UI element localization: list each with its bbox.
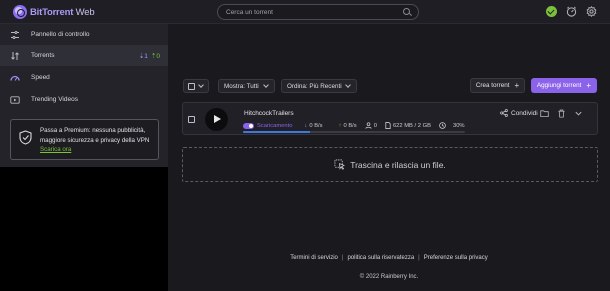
plus-icon: + [586,81,592,90]
brand-name: BitTorrent Web [30,6,95,18]
drag-drop-icon [334,159,346,170]
sidebar-item-label: Pannello di controllo [31,31,90,38]
upload-count: ⇡0 [150,52,160,60]
folder-icon[interactable] [540,109,549,118]
sidebar-item-label: Speed [31,74,50,81]
torrent-stats: Scaricamento ↓ 0 B/s ↑ 0 B/s 0 622 MB / 2 … [243,122,473,129]
footer-links: Termini di servizio | politica sulla riser… [290,255,488,261]
file-icon [385,122,391,129]
progress-fill [243,131,310,133]
select-all-dropdown[interactable] [183,79,209,93]
privacy-preferences-link[interactable]: Preferenze sulla privacy [424,255,488,261]
play-button[interactable] [205,108,228,131]
sort-order-dropdown[interactable]: Ordina: Più Recenti [281,79,357,93]
select-all-checkbox[interactable] [188,83,195,90]
download-progress-bar [243,131,465,133]
clock-icon [439,122,446,129]
main-content: Mostra: Tutti Ordina: Più Recenti Crea t… [168,24,610,291]
promo-text: Passa a Premium: nessuna pubblicità, mag… [40,127,150,153]
shield-check-icon [19,130,32,145]
sidebar-item-trending-videos[interactable]: Trending Videos [0,89,168,110]
torrent-name: HitchcockTrailers [244,110,294,117]
torrent-size: 622 MB / 2 GB [385,122,431,129]
download-speed: ↓ 0 B/s [304,122,323,129]
file-drop-zone[interactable]: Trascina e rilascia un file. [182,147,598,182]
add-torrent-button[interactable]: Aggiungi torrent + [531,78,597,93]
copyright: © 2022 Rainberry Inc. [359,274,419,280]
share-button[interactable]: Condividi [500,109,538,117]
chevron-down-icon [345,82,351,88]
sidebar: Pannello di controllo Torrents ⇣1 ⇡0 Spee… [0,24,168,167]
sidebar-item-label: Trending Videos [31,96,78,103]
download-arrow-icon: ↓ [304,122,308,129]
status-check-icon[interactable] [546,6,557,17]
sidebar-item-label: Torrents [31,52,55,59]
pause-resume-toggle[interactable] [243,122,254,129]
sidebar-item-dashboard[interactable]: Pannello di controllo [0,24,168,45]
chevron-down-icon[interactable] [574,109,583,118]
drop-zone-text: Trascina e rilascia un file. [350,159,446,170]
search-bar[interactable] [217,4,419,20]
torrent-checkbox[interactable] [188,116,195,123]
sidebar-empty-area [0,167,168,291]
speed-limit-icon[interactable] [566,6,577,17]
top-bar: BitTorrent Web [0,0,610,24]
peers-icon [365,122,372,129]
sidebar-item-speed[interactable]: Speed [0,67,168,88]
share-icon [500,109,508,117]
app-logo[interactable]: BitTorrent Web [13,5,95,19]
privacy-policy-link[interactable]: politica sulla riservatezza [347,255,414,261]
sidebar-item-torrents[interactable]: Torrents ⇣1 ⇡0 [0,45,168,66]
premium-promo: Passa a Premium: nessuna pubblicità, mag… [10,119,159,160]
torrent-counts: ⇣1 ⇡0 [139,52,160,60]
upload-arrow-icon: ↑ [338,122,342,129]
peer-count: 0 [365,122,377,129]
video-icon [10,95,20,104]
bittorrent-logo-icon [13,5,27,19]
search-icon[interactable] [403,8,410,15]
chevron-down-icon [263,82,269,88]
torrent-status: Scaricamento [257,122,293,129]
torrent-percent: 30% [439,122,465,129]
terms-link[interactable]: Termini di servizio [290,255,338,261]
create-torrent-button[interactable]: Crea torrent + [470,78,525,93]
filter-show-dropdown[interactable]: Mostra: Tutti [218,79,275,93]
torrent-actions [540,109,583,118]
settings-gear-icon[interactable] [586,6,597,17]
download-count: ⇣1 [138,52,148,60]
dashboard-icon [11,30,19,39]
top-actions [546,6,597,17]
torrents-icon [11,51,19,60]
download-now-link[interactable]: Scarica ora [40,146,71,153]
upload-speed: ↑ 0 B/s [338,122,357,129]
search-input[interactable] [226,6,396,18]
drop-zone-content: Trascina e rilascia un file. [183,159,597,170]
plus-icon: + [514,81,520,90]
trash-icon[interactable] [557,109,566,118]
torrent-row[interactable]: HitchcockTrailers Scaricamento ↓ 0 B/s ↑ 0… [182,102,598,135]
chevron-down-icon [198,82,204,88]
speed-icon [10,75,20,81]
